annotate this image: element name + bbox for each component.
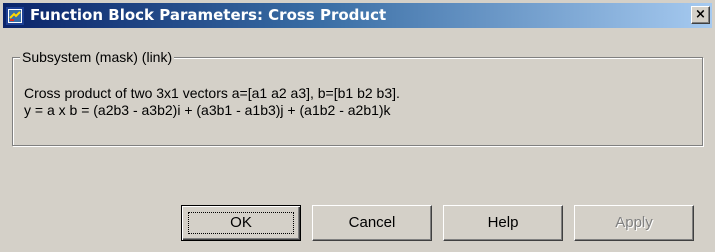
window-title: Function Block Parameters: Cross Product — [30, 6, 387, 24]
help-button[interactable]: Help — [443, 205, 563, 241]
ok-button-label: OK — [230, 214, 252, 231]
cancel-button[interactable]: Cancel — [312, 205, 432, 241]
groupbox-legend: Subsystem (mask) (link) — [20, 48, 175, 66]
close-button[interactable]: × — [691, 6, 710, 24]
ok-button[interactable]: OK — [181, 205, 301, 241]
cancel-button-label: Cancel — [348, 214, 396, 231]
apply-button-label: Apply — [615, 214, 653, 231]
simulink-block-icon — [6, 7, 24, 25]
description-line-2: y = a x b = (a2b3 - a3b2)i + (a3b1 - a1b… — [24, 102, 391, 118]
apply-button: Apply — [574, 205, 694, 241]
help-button-label: Help — [487, 214, 519, 231]
close-icon: × — [695, 7, 706, 22]
dialog-window: Function Block Parameters: Cross Product… — [0, 0, 715, 252]
title-bar[interactable]: Function Block Parameters: Cross Product… — [3, 3, 712, 28]
description-line-1: Cross product of two 3x1 vectors a=[a1 a… — [24, 85, 400, 101]
